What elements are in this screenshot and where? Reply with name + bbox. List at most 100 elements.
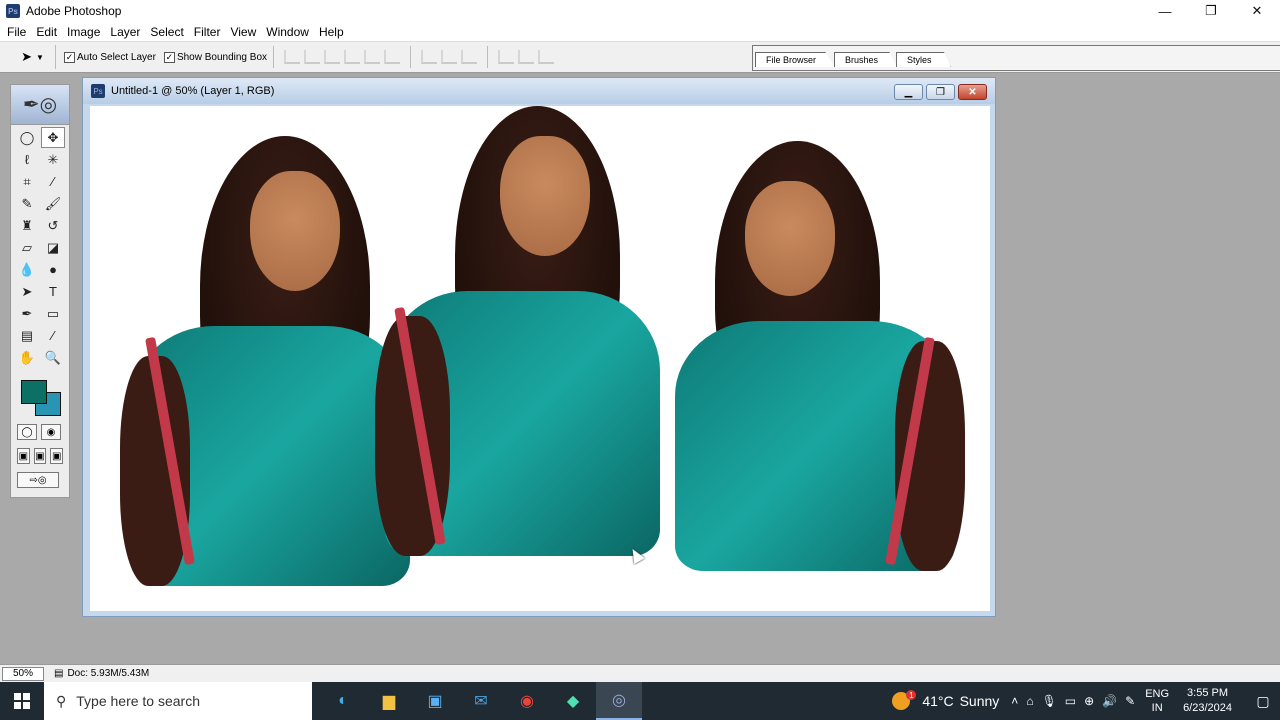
edge-browser-icon[interactable]: ◐ — [320, 682, 366, 720]
photoshop-app: Ps Adobe Photoshop — ❐ ✕ File Edit Image… — [0, 0, 1280, 682]
menu-file[interactable]: File — [2, 25, 31, 39]
align-right-icon[interactable] — [384, 50, 401, 64]
paint-bucket-icon[interactable]: ◪ — [41, 237, 65, 258]
divider — [410, 46, 412, 68]
palette-tabs: File Browser Brushes Styles — [755, 52, 951, 67]
shape-tool-icon[interactable]: ▭ — [41, 303, 65, 324]
standard-mode-icon[interactable]: ◯ — [17, 424, 37, 440]
doc-close-button[interactable]: ✕ — [958, 84, 987, 100]
volume-icon[interactable]: 🔊 — [1102, 694, 1117, 708]
move-tool-icon[interactable]: ✥ — [41, 127, 65, 148]
eyedropper-icon[interactable]: ⁄ — [41, 325, 65, 346]
brush-tool-icon[interactable]: 🖌 — [41, 193, 65, 214]
distribute-vcenter-icon[interactable] — [441, 50, 458, 64]
menu-help[interactable]: Help — [314, 25, 349, 39]
clone-stamp-icon[interactable]: ♜ — [15, 215, 39, 236]
microsoft-store-icon[interactable]: ▣ — [412, 682, 458, 720]
weather-temp: 41°C — [922, 693, 954, 709]
zoom-tool-icon[interactable]: 🔍 — [41, 347, 65, 368]
align-bottom-icon[interactable] — [324, 50, 341, 64]
standard-screen-icon[interactable]: ▣ — [17, 448, 30, 464]
doc-minimize-button[interactable]: ▁ — [894, 84, 923, 100]
battery-icon[interactable]: ▭ — [1065, 694, 1076, 708]
menu-window[interactable]: Window — [261, 25, 314, 39]
pen-icon[interactable]: ✎ — [1125, 694, 1135, 708]
tab-file-browser[interactable]: File Browser — [755, 52, 836, 67]
quick-mask-icon[interactable]: ◉ — [41, 424, 61, 440]
slice-tool-icon[interactable]: ⁄ — [41, 171, 65, 192]
weather-badge: 1 — [906, 690, 917, 700]
notes-tool-icon[interactable]: ▤ — [15, 325, 39, 346]
menu-layer[interactable]: Layer — [105, 25, 145, 39]
lasso-tool-icon[interactable]: ℓ — [15, 149, 39, 170]
distribute-top-icon[interactable] — [421, 50, 438, 64]
chrome-icon[interactable]: ◉ — [504, 682, 550, 720]
auto-select-layer-checkbox[interactable]: ✓ Auto Select Layer — [64, 51, 156, 63]
align-left-icon[interactable] — [344, 50, 361, 64]
notification-icon[interactable]: ▢ — [1246, 693, 1280, 710]
align-vcenter-icon[interactable] — [304, 50, 321, 64]
meet-now-icon[interactable]: ⌂ — [1026, 694, 1033, 708]
full-screen-menu-icon[interactable]: ▣ — [33, 448, 47, 464]
marquee-tool-icon[interactable]: ◯ — [15, 127, 39, 148]
chevron-up-icon[interactable]: ˄ — [1011, 694, 1018, 708]
language-indicator[interactable]: ENG IN — [1145, 687, 1169, 715]
restore-button[interactable]: ❐ — [1188, 0, 1234, 22]
clock[interactable]: 3:55 PM 6/23/2024 — [1183, 686, 1232, 716]
chevron-down-icon: ▼ — [35, 52, 44, 62]
magic-wand-icon[interactable]: ✳ — [41, 149, 65, 170]
menu-bar: File Edit Image Layer Select Filter View… — [0, 22, 1280, 41]
pen-tool-icon[interactable]: ✒ — [15, 303, 39, 324]
document-canvas[interactable] — [90, 106, 990, 611]
toolbox-header-logo[interactable]: ✒◎ — [11, 85, 69, 125]
healing-brush-icon[interactable]: ✎ — [15, 193, 39, 214]
taskbar-apps: ◐ ▆ ▣ ✉ ◉ ◆ ◎ — [320, 682, 642, 720]
mail-icon[interactable]: ✉ — [458, 682, 504, 720]
distribute-left-icon[interactable] — [498, 50, 515, 64]
menu-edit[interactable]: Edit — [31, 25, 62, 39]
align-top-icon[interactable] — [284, 50, 301, 64]
full-screen-icon[interactable]: ▣ — [50, 448, 64, 464]
type-tool-icon[interactable]: T — [41, 281, 65, 302]
document-title-bar[interactable]: Ps Untitled-1 @ 50% (Layer 1, RGB) — [83, 78, 995, 104]
menu-select[interactable]: Select — [145, 25, 188, 39]
menu-filter[interactable]: Filter — [189, 25, 226, 39]
microphone-icon[interactable]: 🎙 — [1042, 694, 1057, 708]
weather-widget[interactable]: 1 41°C Sunny — [892, 690, 999, 710]
taskbar-search[interactable]: ⚲ Type here to search — [44, 682, 312, 720]
distribute-hcenter-icon[interactable] — [518, 50, 535, 64]
network-icon[interactable]: ⊕ — [1084, 694, 1094, 708]
eraser-tool-icon[interactable]: ▱ — [15, 237, 39, 258]
start-button[interactable] — [0, 682, 44, 720]
doc-size-info[interactable]: ▤ Doc: 5.93M/5.43M — [54, 668, 149, 679]
close-button[interactable]: ✕ — [1234, 0, 1280, 22]
hand-tool-icon[interactable]: ✋ — [15, 347, 39, 368]
tab-brushes[interactable]: Brushes — [834, 52, 898, 67]
tab-styles[interactable]: Styles — [896, 52, 951, 67]
photoshop-taskbar-icon[interactable]: ◎ — [596, 682, 642, 720]
document-icon: Ps — [91, 84, 105, 98]
minimize-button[interactable]: — — [1142, 0, 1188, 22]
photoshop-logo-icon: Ps — [6, 4, 20, 18]
menu-view[interactable]: View — [225, 25, 261, 39]
blur-tool-icon[interactable]: 💧 — [15, 259, 39, 280]
tool-preset-picker[interactable]: ➤ ▼ — [10, 45, 56, 69]
align-hcenter-icon[interactable] — [364, 50, 381, 64]
menu-image[interactable]: Image — [62, 25, 105, 39]
crop-tool-icon[interactable]: ⌗ — [15, 171, 39, 192]
history-brush-icon[interactable]: ↺ — [41, 215, 65, 236]
distribute-right-icon[interactable] — [538, 50, 555, 64]
zoom-level-field[interactable]: 50% — [2, 666, 44, 681]
jump-to-buttons: ⇨◎ — [11, 468, 69, 492]
path-selection-icon[interactable]: ➤ — [15, 281, 39, 302]
jump-to-imageready-icon[interactable]: ⇨◎ — [17, 472, 59, 488]
filmora-icon[interactable]: ◆ — [550, 682, 596, 720]
document-window-controls: ▁ ❐ ✕ — [894, 84, 987, 100]
foreground-color-swatch[interactable] — [21, 380, 47, 404]
doc-maximize-button[interactable]: ❐ — [926, 84, 955, 100]
file-explorer-icon[interactable]: ▆ — [366, 682, 412, 720]
distribute-bottom-icon[interactable] — [461, 50, 478, 64]
palette-well: File Browser Brushes Styles — [752, 45, 1280, 71]
dodge-tool-icon[interactable]: ● — [41, 259, 65, 280]
show-bounding-box-checkbox[interactable]: ✓ Show Bounding Box — [163, 51, 267, 63]
